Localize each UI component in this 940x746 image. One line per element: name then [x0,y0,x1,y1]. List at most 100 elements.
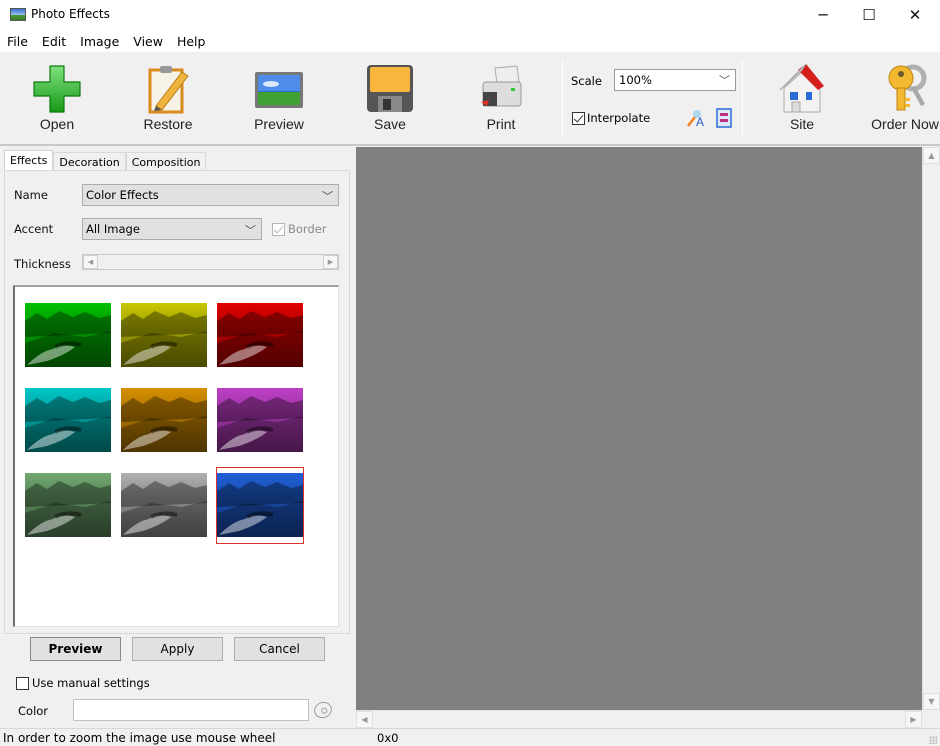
minimize-button[interactable]: ─ [800,0,846,30]
effect-thumbnail-yellow[interactable] [121,303,207,367]
tab-decoration[interactable]: Decoration [53,152,126,172]
manual-settings-label: Use manual settings [32,676,150,690]
effect-thumbnail-blue[interactable] [216,467,304,544]
restore-label: Restore [143,116,193,132]
effects-gallery [13,285,339,627]
scroll-left-icon[interactable]: ◀ [356,711,373,728]
scroll-left-icon[interactable]: ◀ [83,255,98,269]
order-now-label: Order Now [871,116,939,132]
keys-icon [888,64,927,111]
toolbar-separator [562,60,563,138]
save-label: Save [374,116,406,132]
preview-label: Preview [254,116,304,132]
page-layout-icon[interactable] [716,108,732,128]
order-now-button[interactable]: Order Now [855,62,940,142]
effect-thumbnail-orange[interactable] [121,388,207,452]
interpolate-checkbox[interactable]: Interpolate [572,111,650,125]
color-field[interactable] [73,699,309,721]
restore-button[interactable]: Restore [118,62,218,142]
landscape-picture-icon [255,72,303,108]
menu-file[interactable]: File [0,30,35,52]
open-button[interactable]: Open [7,62,107,142]
chevron-down-icon: ﹀ [719,74,730,87]
chevron-down-icon: ﹀ [322,190,333,203]
open-label: Open [39,116,75,132]
landscape-thumbnail-icon [121,303,207,367]
border-label: Border [288,222,327,236]
magic-text-icon[interactable]: A [686,108,706,128]
landscape-thumbnail-icon [217,388,303,452]
landscape-thumbnail-icon [25,473,111,537]
status-hint: In order to zoom the image use mouse whe… [3,731,276,745]
scroll-right-icon[interactable]: ▶ [905,711,922,728]
preview-button[interactable]: Preview [229,62,329,142]
site-button[interactable]: Site [752,62,852,142]
border-checkbox[interactable]: Border [272,222,327,236]
app-icon [10,8,26,21]
effect-thumbnail-pale-green[interactable] [25,473,111,537]
preview-effect-button[interactable]: Preview [30,637,121,661]
tab-effects[interactable]: Effects [4,150,54,172]
name-select[interactable]: Color Effects ﹀ [82,184,339,206]
printer-icon [481,65,522,107]
toolbar: Open Restore Preview Save Print Scale 10… [0,52,940,146]
scroll-down-icon[interactable]: ▼ [923,693,940,710]
accent-select[interactable]: All Image ﹀ [82,218,262,240]
maximize-button[interactable]: ☐ [846,0,892,30]
color-label: Color [18,704,49,718]
thickness-label: Thickness [14,257,71,271]
effect-thumbnail-cyan[interactable] [25,388,111,452]
svg-text:A: A [696,115,704,128]
chevron-down-icon: ﹀ [245,224,256,237]
toolbar-separator [742,60,743,138]
horizontal-scrollbar[interactable]: ◀ ▶ [356,710,922,728]
print-button[interactable]: Print [451,62,551,142]
window-title: Photo Effects [31,7,110,21]
effect-thumbnail-red[interactable] [217,303,303,367]
scroll-right-icon[interactable]: ▶ [323,255,338,269]
resize-grip-icon[interactable] [929,736,937,744]
effect-thumbnail-gray[interactable] [121,473,207,537]
tab-composition[interactable]: Composition [125,152,207,172]
close-button[interactable]: ✕ [892,0,938,30]
interpolate-check[interactable] [572,111,585,125]
panel-tabs: Effects Decoration Composition [4,150,207,172]
apply-button[interactable]: Apply [132,637,223,661]
menu-edit[interactable]: Edit [35,30,73,52]
manual-settings-check[interactable] [16,676,29,690]
effect-thumbnail-green[interactable] [25,303,111,367]
status-bar: In order to zoom the image use mouse whe… [0,728,940,746]
manual-settings-checkbox[interactable]: Use manual settings [16,676,150,690]
scale-select[interactable]: 100% ﹀ [614,69,736,91]
scale-label: Scale [571,74,602,88]
house-icon [779,64,824,113]
floppy-disk-icon [367,65,413,112]
title-bar: Photo Effects ─ ☐ ✕ [0,0,940,30]
landscape-thumbnail-icon [217,473,303,537]
interpolate-label: Interpolate [587,111,651,125]
site-label: Site [789,116,815,132]
vertical-scrollbar[interactable]: ▲ ▼ [922,147,940,710]
accent-value: All Image [86,222,140,236]
green-plus-icon [33,65,81,113]
menu-help[interactable]: Help [170,30,213,52]
menu-bar: File Edit Image View Help [0,30,940,52]
name-label: Name [14,188,48,202]
thickness-slider[interactable]: ◀ ▶ [82,254,339,270]
effect-thumbnail-magenta[interactable] [217,388,303,452]
print-label: Print [486,116,516,132]
scale-value: 100% [619,73,652,87]
image-canvas[interactable] [356,147,922,710]
menu-view[interactable]: View [126,30,170,52]
landscape-thumbnail-icon [121,388,207,452]
save-button[interactable]: Save [340,62,440,142]
border-check[interactable] [272,222,285,236]
cancel-button[interactable]: Cancel [234,637,325,661]
scroll-up-icon[interactable]: ▲ [923,147,940,164]
accent-label: Accent [14,222,54,236]
landscape-thumbnail-icon [25,303,111,367]
landscape-thumbnail-icon [121,473,207,537]
landscape-thumbnail-icon [25,388,111,452]
menu-image[interactable]: Image [73,30,126,52]
image-dimensions: 0x0 [377,731,399,745]
